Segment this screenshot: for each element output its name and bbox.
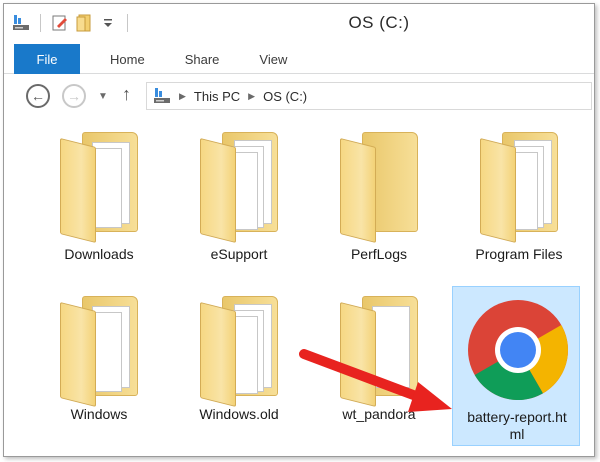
breadcrumb-os-c[interactable]: OS (C:) — [263, 89, 307, 104]
item-label: Windows.old — [199, 406, 279, 422]
tab-share[interactable]: Share — [165, 44, 240, 74]
folder-icon — [334, 296, 424, 407]
this-pc-icon — [153, 87, 171, 105]
breadcrumb-this-pc[interactable]: This PC — [194, 89, 240, 104]
list-item-battery-report[interactable]: battery-report.ht ml — [452, 286, 580, 446]
file-list: Downloads eSupport PerfLogs Program File… — [4, 116, 594, 456]
breadcrumb-separator-icon[interactable]: ▶ — [248, 91, 255, 102]
item-label: eSupport — [210, 246, 268, 262]
tab-view[interactable]: View — [239, 44, 307, 74]
folder-icon — [194, 296, 284, 407]
list-item-program-files[interactable]: Program Files — [454, 122, 584, 272]
navigation-bar: ← → ▼ ↑ ▶ This PC ▶ OS (C:) — [4, 78, 594, 114]
forward-arrow-icon: → — [67, 88, 81, 104]
item-label: wt_pandora — [342, 406, 416, 422]
explorer-window: OS (C:) File Home Share View ← → ▼ ↑ ▶ T… — [3, 3, 595, 457]
recent-locations-chevron-icon[interactable]: ▼ — [98, 91, 108, 102]
tab-home[interactable]: Home — [80, 44, 165, 74]
folder-icon — [474, 132, 564, 243]
item-label: battery-report.ht ml — [467, 409, 567, 442]
item-label: Windows — [70, 406, 128, 422]
address-bar[interactable]: ▶ This PC ▶ OS (C:) — [146, 82, 592, 110]
list-item-esupport[interactable]: eSupport — [174, 122, 304, 272]
list-item-perflogs[interactable]: PerfLogs — [314, 122, 444, 272]
back-button[interactable]: ← — [26, 84, 50, 108]
folder-icon — [54, 132, 144, 243]
list-item-wt-pandora[interactable]: wt_pandora — [314, 286, 444, 436]
list-item-windows[interactable]: Windows — [34, 286, 164, 436]
breadcrumb-separator-icon[interactable]: ▶ — [179, 91, 186, 102]
list-item-windows-old[interactable]: Windows.old — [174, 286, 304, 436]
tab-file[interactable]: File — [14, 44, 80, 74]
list-item-downloads[interactable]: Downloads — [34, 122, 164, 272]
folder-icon — [54, 296, 144, 407]
title-bar: OS (C:) — [4, 4, 594, 42]
window-title: OS (C:) — [348, 13, 410, 32]
back-arrow-icon: ← — [31, 88, 45, 104]
folder-icon — [334, 132, 424, 243]
folder-icon — [194, 132, 284, 243]
chrome-icon — [468, 300, 568, 400]
item-label: Program Files — [475, 246, 563, 262]
up-arrow-icon[interactable]: ↑ — [122, 84, 131, 105]
item-label: PerfLogs — [350, 246, 408, 262]
item-label: Downloads — [64, 246, 134, 262]
ribbon-tabs: File Home Share View — [4, 44, 594, 74]
forward-button[interactable]: → — [62, 84, 86, 108]
